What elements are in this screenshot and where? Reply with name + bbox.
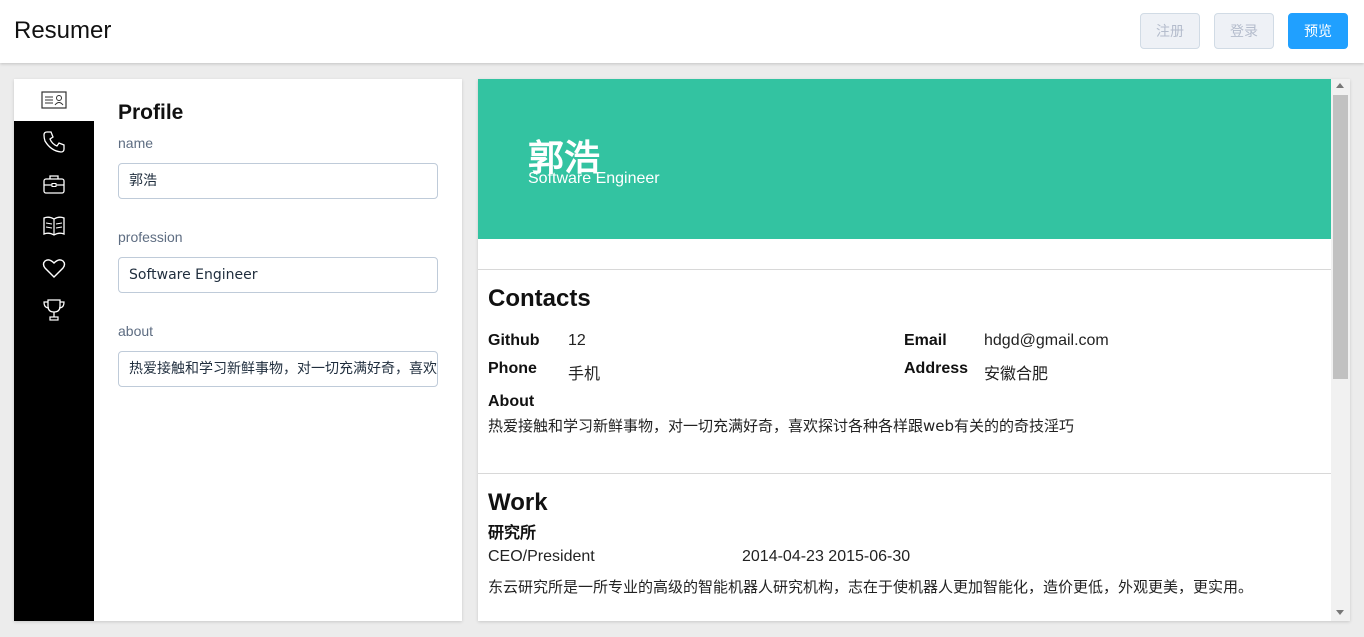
name-input[interactable]: 郭浩 xyxy=(118,163,438,199)
nav-item-work[interactable] xyxy=(14,163,94,205)
scroll-thumb[interactable] xyxy=(1333,95,1348,379)
work-title: Work xyxy=(488,489,548,516)
github-value: 12 xyxy=(568,332,586,349)
profile-form: Profile name 郭浩 profession Software Engi… xyxy=(118,101,438,387)
work-dates: 2014-04-23 2015-06-30 xyxy=(742,548,911,565)
nav-item-profile[interactable] xyxy=(14,79,94,121)
work-position: CEO/President xyxy=(488,548,595,565)
divider xyxy=(478,269,1331,270)
scroll-up-icon[interactable] xyxy=(1336,83,1344,88)
briefcase-icon xyxy=(43,175,65,194)
address-value: 安徽合肥 xyxy=(984,366,1049,383)
work-organization: 研究所 xyxy=(488,523,537,542)
id-card-icon xyxy=(41,91,67,109)
name-label: name xyxy=(118,135,154,151)
side-nav xyxy=(14,79,94,621)
about-input[interactable]: 热爱接触和学习新鲜事物，对一切充满好奇，喜欢探讨各种各样跟web有关的的奇技淫巧 xyxy=(118,351,438,387)
profession-label: profession xyxy=(118,229,183,245)
scroll-down-icon[interactable] xyxy=(1336,610,1344,615)
about-heading: About xyxy=(488,393,535,410)
contacts-title: Contacts xyxy=(488,285,591,312)
profession-input[interactable]: Software Engineer xyxy=(118,257,438,293)
divider xyxy=(478,473,1331,474)
phone-value: 手机 xyxy=(568,366,601,383)
nav-item-awards[interactable] xyxy=(14,289,94,331)
resume-profession: Software Engineer xyxy=(528,170,660,187)
form-title: Profile xyxy=(118,101,184,124)
nav-item-hobbies[interactable] xyxy=(14,247,94,289)
email-label: Email xyxy=(904,332,947,349)
phone-icon xyxy=(43,131,65,153)
email-value: hdgd@gmail.com xyxy=(984,332,1109,349)
nav-item-contacts[interactable] xyxy=(14,121,94,163)
login-button[interactable]: 登录 xyxy=(1214,13,1274,49)
editor-panel: Profile name 郭浩 profession Software Engi… xyxy=(14,79,462,621)
about-text: 热爱接触和学习新鲜事物，对一切充满好奇，喜欢探讨各种各样跟web有关的的奇技淫巧 xyxy=(488,417,1075,435)
heart-icon xyxy=(42,259,66,278)
phone-label: Phone xyxy=(488,360,537,377)
book-icon xyxy=(43,216,65,236)
top-bar: Resumer 注册 登录 预览 xyxy=(0,0,1364,63)
trophy-icon xyxy=(43,299,65,321)
preview-button[interactable]: 预览 xyxy=(1288,13,1348,49)
nav-item-education[interactable] xyxy=(14,205,94,247)
app-title: Resumer xyxy=(14,17,112,44)
resume-preview: 郭浩 Software Engineer Contacts Github 12 … xyxy=(478,79,1350,621)
register-button[interactable]: 注册 xyxy=(1140,13,1200,49)
preview-scrollbar[interactable] xyxy=(1331,79,1350,621)
about-label: about xyxy=(118,323,154,339)
address-label: Address xyxy=(904,360,969,377)
work-description: 东云研究所是一所专业的高级的智能机器人研究机构，志在于使机器人更加智能化，造价更… xyxy=(488,578,1254,596)
resume-header: 郭浩 Software Engineer xyxy=(478,79,1331,239)
github-label: Github xyxy=(488,332,540,349)
